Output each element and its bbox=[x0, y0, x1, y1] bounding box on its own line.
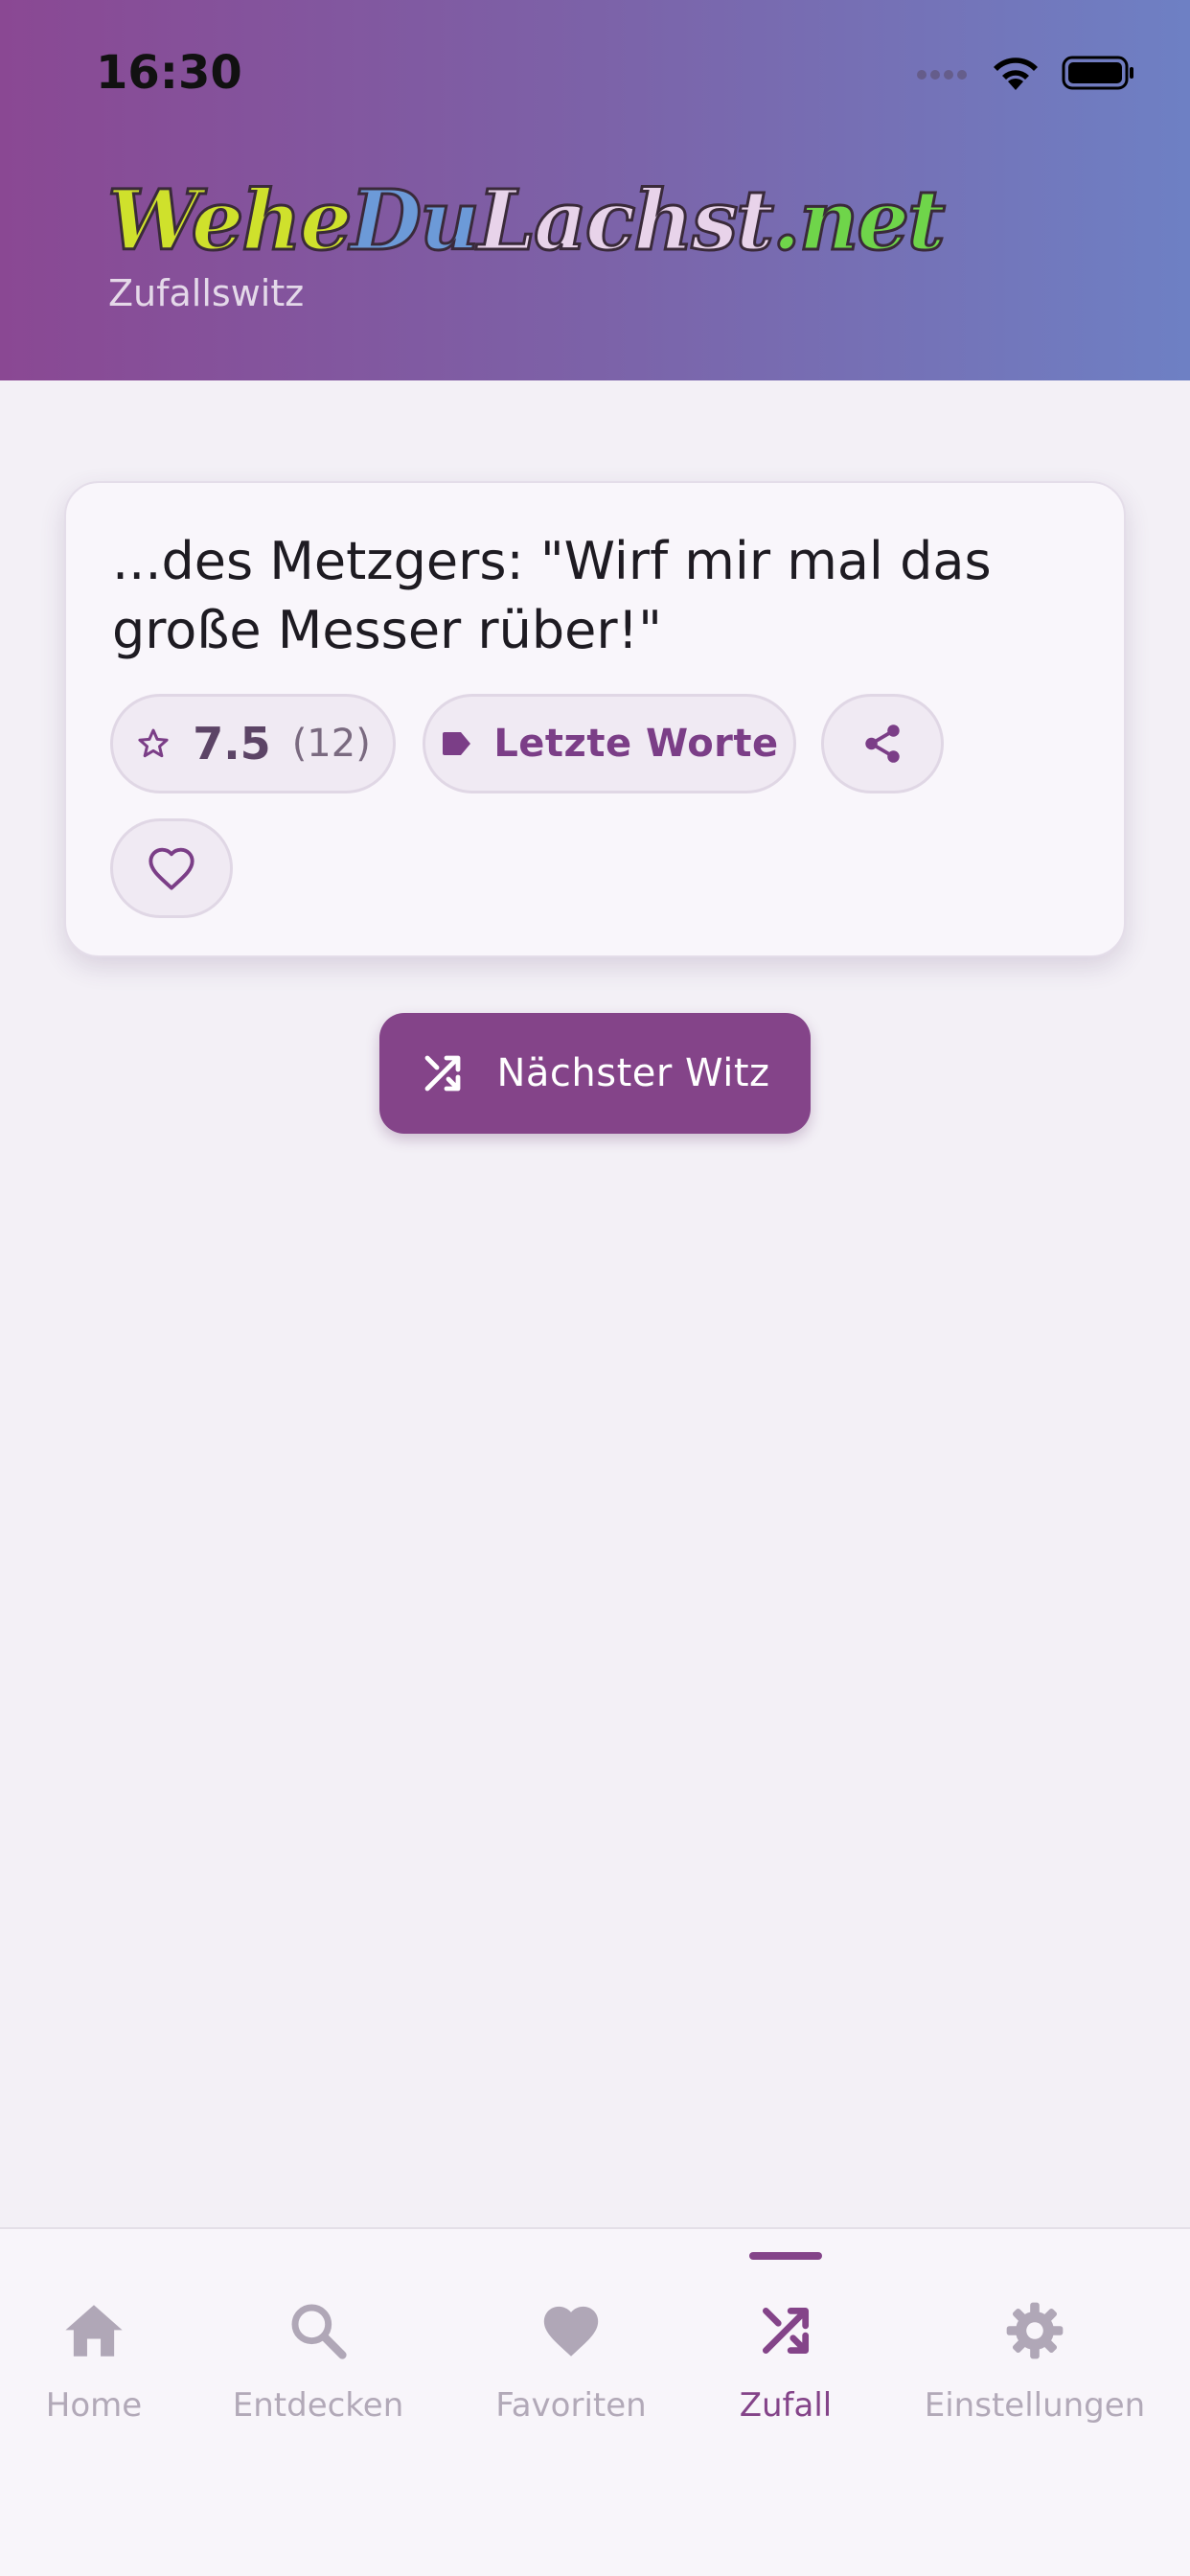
heart-icon bbox=[543, 2306, 599, 2357]
rating-count: (12) bbox=[291, 722, 371, 766]
joke-card: ...des Metzgers: "Wirf mir mal das große… bbox=[64, 481, 1126, 957]
logo-part-du: Du bbox=[349, 171, 481, 270]
search-icon bbox=[291, 2304, 347, 2359]
home-icon bbox=[65, 2305, 123, 2357]
logo-part-wehe: Wehe bbox=[106, 171, 355, 270]
nav-label-entdecken: Entdecken bbox=[232, 2386, 404, 2425]
star-icon bbox=[138, 728, 169, 758]
share-button[interactable] bbox=[821, 694, 944, 794]
heart-outline-icon bbox=[149, 847, 195, 890]
nav-label-einstellungen: Einstellungen bbox=[924, 2386, 1146, 2425]
category-chip[interactable]: Letzte Worte bbox=[423, 694, 796, 794]
status-icons bbox=[916, 54, 1136, 92]
wifi-icon bbox=[994, 58, 1038, 90]
bottom-navigation: Home Entdecken Favoriten Zufall Einstell… bbox=[0, 2227, 1190, 2576]
nav-item-einstellungen[interactable]: Einstellungen bbox=[918, 2229, 1152, 2440]
app-header: 16:30 Wehe Du Lachst .net Zufallswitz bbox=[0, 0, 1190, 380]
shuffle-icon bbox=[762, 2307, 810, 2355]
page-subtitle: Zufallswitz bbox=[108, 272, 305, 314]
nav-item-home[interactable]: Home bbox=[17, 2229, 171, 2440]
nav-label-favoriten: Favoriten bbox=[495, 2386, 647, 2425]
active-tab-indicator bbox=[749, 2252, 822, 2260]
nav-label-home: Home bbox=[45, 2386, 143, 2425]
joke-text: ...des Metzgers: "Wirf mir mal das große… bbox=[112, 531, 992, 660]
nav-label-zufall: Zufall bbox=[739, 2386, 833, 2425]
signal-icon bbox=[917, 70, 967, 80]
category-label: Letzte Worte bbox=[493, 722, 779, 766]
nav-item-entdecken[interactable]: Entdecken bbox=[222, 2229, 414, 2440]
nav-item-zufall[interactable]: Zufall bbox=[709, 2229, 862, 2440]
logo-part-net: .net bbox=[770, 171, 947, 270]
shuffle-icon bbox=[425, 1055, 461, 1092]
next-joke-button[interactable]: Nächster Witz bbox=[379, 1013, 811, 1134]
next-joke-label: Nächster Witz bbox=[496, 1051, 770, 1095]
gear-icon bbox=[1006, 2302, 1064, 2359]
tag-icon bbox=[443, 732, 471, 755]
favorite-button[interactable] bbox=[110, 818, 233, 918]
share-icon bbox=[865, 724, 900, 763]
app-logo: Wehe Du Lachst .net bbox=[106, 171, 948, 270]
rating-chip[interactable]: 7.5 (12) bbox=[110, 694, 396, 794]
status-time: 16:30 bbox=[96, 46, 242, 100]
logo-part-lachst: Lachst bbox=[476, 171, 775, 270]
rating-value: 7.5 bbox=[193, 718, 271, 770]
nav-item-favoriten[interactable]: Favoriten bbox=[475, 2229, 667, 2440]
battery-icon bbox=[1062, 56, 1133, 90]
